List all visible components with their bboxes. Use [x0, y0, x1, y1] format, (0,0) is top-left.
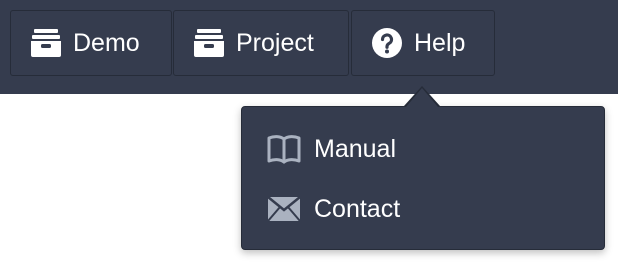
project-button[interactable]: Project: [173, 10, 349, 76]
demo-button-label: Demo: [73, 28, 140, 57]
help-dropdown-menu: Manual Contact: [241, 88, 605, 250]
menu-item-contact[interactable]: Contact: [266, 189, 400, 229]
menu-item-manual-label: Manual: [314, 134, 396, 163]
envelope-icon: [266, 191, 302, 227]
top-navigation-bar: Demo Project Help: [0, 0, 618, 94]
dropdown-caret-fill: [406, 88, 438, 107]
demo-button[interactable]: Demo: [10, 10, 172, 76]
help-button[interactable]: Help: [351, 10, 495, 76]
menu-item-manual[interactable]: Manual: [266, 129, 396, 169]
question-circle-icon: [370, 26, 404, 60]
project-button-label: Project: [236, 28, 314, 57]
archive-box-icon: [29, 26, 63, 60]
help-button-label: Help: [414, 28, 466, 57]
book-icon: [266, 131, 302, 167]
archive-box-icon: [192, 26, 226, 60]
menu-item-contact-label: Contact: [314, 194, 401, 223]
